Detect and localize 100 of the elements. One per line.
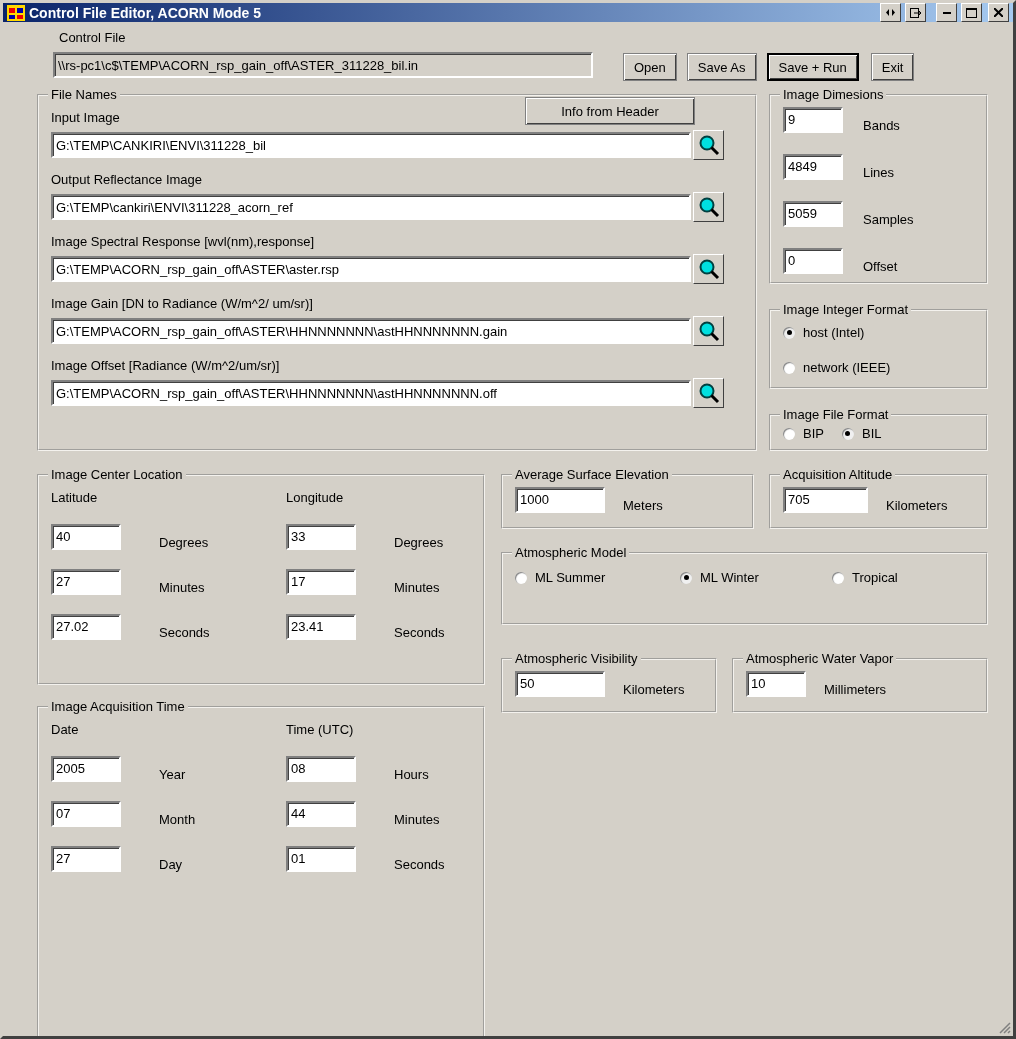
unit-label: Seconds (394, 624, 445, 640)
close-icon (994, 8, 1003, 17)
option-label: BIP (803, 426, 824, 441)
search-button[interactable] (693, 254, 724, 284)
search-icon (697, 134, 720, 156)
option-label: network (IEEE) (803, 360, 891, 375)
minimize-icon (942, 11, 951, 14)
field-label: Input Image (51, 109, 120, 125)
unit-label: Day (159, 856, 183, 872)
close-button[interactable] (988, 3, 1009, 22)
input-field[interactable]: 27 (51, 568, 121, 595)
field-label: Image Offset [Radiance (W/m^2/um/sr)] (51, 357, 280, 373)
info-button[interactable]: Info from Header (525, 97, 695, 125)
unit-label: Kilometers (623, 681, 685, 697)
dock-button[interactable] (905, 3, 926, 22)
unit-label: Seconds (394, 856, 445, 872)
input-field[interactable]: 9 (783, 106, 843, 133)
unit-label: Meters (623, 497, 663, 513)
search-button[interactable] (693, 130, 724, 160)
input-field[interactable]: 44 (286, 800, 356, 827)
input-field[interactable]: 27.02 (51, 613, 121, 640)
double-arrow-icon (886, 9, 895, 16)
input-field[interactable]: 5059 (783, 200, 843, 227)
unit-label: Month (159, 811, 196, 827)
input-field[interactable]: G:\TEMP\CANKIRI\ENVI\311228_bil (51, 132, 691, 158)
input-field[interactable]: 07 (51, 800, 121, 827)
input-field[interactable]: G:\TEMP\cankiri\ENVI\311228_acorn_ref (51, 194, 691, 220)
group-title: Image Dimesions (782, 87, 885, 102)
input-field[interactable]: 17 (286, 568, 356, 595)
dialog-button[interactable]: Open (623, 53, 677, 81)
unit-label: Hours (394, 766, 429, 782)
unit-label: Year (159, 766, 186, 782)
unit-label: Lines (863, 164, 895, 180)
minimize-button[interactable] (936, 3, 957, 22)
field-label: Control File (59, 30, 127, 45)
option-label: Tropical (852, 570, 898, 585)
dialog-button[interactable]: Save As (686, 53, 757, 81)
unit-label: Seconds (159, 624, 210, 640)
input-field[interactable]: G:\TEMP\ACORN_rsp_gain_off\ASTER\aster.rsp (51, 256, 691, 282)
unit-label: Degrees (394, 534, 444, 550)
dialog-button[interactable]: Save + Run (766, 53, 859, 81)
search-button[interactable] (693, 378, 724, 408)
radio-button[interactable]: Tropical (832, 570, 898, 585)
input-field[interactable]: 40 (51, 523, 121, 550)
input-field[interactable]: 01 (286, 845, 356, 872)
input-field[interactable]: 27 (51, 845, 121, 872)
group-title: Atmospheric Visibility (514, 651, 639, 666)
input-field[interactable]: G:\TEMP\ACORN_rsp_gain_off\ASTER\HHNNNNNNN\astHHNNNNNNN.off (51, 380, 691, 406)
input-field[interactable]: G:\TEMP\ACORN_rsp_gain_off\ASTER\HHNNNNNNN\astHHNNNNNNN.gain (51, 318, 691, 344)
unit-label: Millimeters (824, 681, 887, 697)
maximize-icon (966, 7, 977, 18)
radio-button[interactable]: ML Winter (680, 570, 759, 585)
search-icon (697, 320, 720, 342)
dialog-button[interactable]: Exit (870, 53, 915, 81)
input-field[interactable]: 50 (515, 670, 605, 697)
resize-grip-icon[interactable] (999, 1022, 1011, 1034)
option-label: ML Winter (700, 570, 759, 585)
group-title: Atmospheric Water Vapor (745, 651, 895, 666)
column-heading: Time (UTC) (286, 722, 355, 737)
input-field[interactable]: 23.41 (286, 613, 356, 640)
group-title: Image Integer Format (782, 302, 909, 317)
group-title: Acquisition Altitude (782, 467, 894, 482)
radio-button[interactable]: host (Intel) (783, 325, 974, 340)
app-icon (7, 4, 25, 21)
unit-label: Minutes (394, 579, 440, 595)
group-title: Image Acquisition Time (50, 699, 186, 714)
radio-button[interactable]: BIP (783, 426, 824, 441)
option-label: host (Intel) (803, 325, 865, 340)
group-title: Atmospheric Model (514, 545, 628, 560)
option-label: ML Summer (535, 570, 606, 585)
input-field[interactable]: \\rs-pc1\c$\TEMP\ACORN_rsp_gain_off\ASTER_311228_bil.in (53, 52, 593, 78)
field-label: Image Spectral Response [wvl(nm),response] (51, 233, 314, 249)
unit-label: Minutes (394, 811, 440, 827)
search-icon (697, 258, 720, 280)
radio-button[interactable]: ML Summer (515, 570, 606, 585)
column-heading: Latitude (51, 490, 99, 505)
field-label: Output Reflectance Image (51, 171, 203, 187)
search-icon (697, 196, 720, 218)
input-field[interactable]: 33 (286, 523, 356, 550)
pin-button[interactable] (880, 3, 901, 22)
search-button[interactable] (693, 316, 724, 346)
input-field[interactable]: 10 (746, 670, 806, 697)
search-button[interactable] (693, 192, 724, 222)
radio-button[interactable]: network (IEEE) (783, 360, 974, 375)
input-field[interactable]: 2005 (51, 755, 121, 782)
window-arrow-icon (910, 7, 921, 18)
maximize-button[interactable] (961, 3, 982, 22)
group-title: File Names (50, 87, 118, 102)
radio-button[interactable]: BIL (841, 426, 882, 441)
option-label: BIL (861, 426, 882, 441)
column-heading: Date (51, 722, 80, 737)
unit-label: Kilometers (886, 497, 948, 513)
unit-label: Offset (863, 258, 898, 274)
search-icon (697, 382, 720, 404)
input-field[interactable]: 705 (783, 486, 868, 513)
input-field[interactable]: 1000 (515, 486, 605, 513)
input-field[interactable]: 4849 (783, 153, 843, 180)
input-field[interactable]: 08 (286, 755, 356, 782)
input-field[interactable]: 0 (783, 247, 843, 274)
unit-label: Degrees (159, 534, 209, 550)
